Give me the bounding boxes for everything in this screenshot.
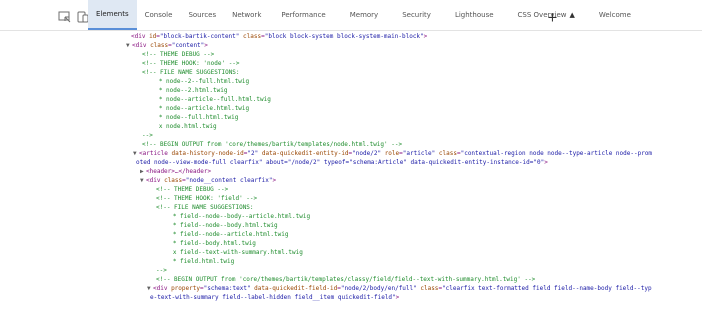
tab-label: CSS Overview bbox=[517, 11, 567, 19]
dom-node-line[interactable]: * field--body.html.twig bbox=[162, 240, 256, 249]
dom-node-line[interactable]: oted node--view-mode-full clearfix" abou… bbox=[136, 159, 548, 168]
add-tab-button[interactable]: + bbox=[547, 12, 558, 25]
dom-node-line[interactable]: <!-- THEME HOOK: 'field' --> bbox=[156, 195, 257, 204]
tab-label: Performance bbox=[281, 11, 326, 19]
tab-performance[interactable]: Performance bbox=[269, 0, 337, 30]
tab-lighthouse[interactable]: Lighthouse bbox=[443, 0, 506, 30]
dom-node-line[interactable]: ▶ <header>…</header> bbox=[140, 168, 211, 177]
tab-memory[interactable]: Memory bbox=[338, 0, 390, 30]
dom-node-line[interactable]: <div id="block-bartik-content" class="bl… bbox=[131, 33, 427, 42]
dom-node-line[interactable]: x node.html.twig bbox=[148, 123, 217, 132]
tab-security[interactable]: Security bbox=[390, 0, 443, 30]
tab-welcome[interactable]: Welcome bbox=[587, 0, 643, 30]
devtools-toolbar: Elements Console Sources Network Perform… bbox=[0, 0, 702, 31]
dom-node-line[interactable]: <!-- BEGIN OUTPUT from 'core/themes/bart… bbox=[142, 141, 402, 150]
dom-node-line[interactable]: ▼ <div property="schema:text" data-quicke… bbox=[147, 285, 652, 294]
tab-label: Security bbox=[402, 11, 431, 19]
tab-label: Network bbox=[232, 11, 262, 19]
dom-node-line[interactable]: <!-- FILE NAME SUGGESTIONS: bbox=[156, 204, 254, 213]
dom-node-line[interactable]: * node--article.html.twig bbox=[148, 105, 249, 114]
inspect-element-icon[interactable] bbox=[58, 9, 72, 23]
dom-node-line[interactable]: * field--node--body--article.html.twig bbox=[162, 213, 310, 222]
tab-label: Lighthouse bbox=[454, 11, 494, 19]
dom-node-line[interactable]: ▼ <div class="node__content clearfix"> bbox=[140, 177, 276, 186]
tab-elements[interactable]: Elements bbox=[88, 0, 137, 30]
dom-node-line[interactable]: e-text-with-summary field--label-hidden … bbox=[150, 294, 399, 303]
dom-node-line[interactable]: ▼ <article data-history-node-id="2" data-… bbox=[133, 150, 652, 159]
dom-node-line[interactable]: * node--article--full.html.twig bbox=[148, 96, 271, 105]
panel-tabs: Elements Console Sources Network Perform… bbox=[88, 0, 643, 30]
tab-sources[interactable]: Sources bbox=[180, 0, 224, 30]
dom-node-line[interactable]: --> bbox=[156, 267, 167, 276]
experimental-badge-icon: ▲ bbox=[569, 11, 575, 19]
dom-node-line[interactable]: <!-- THEME DEBUG --> bbox=[156, 186, 228, 195]
dom-node-line[interactable]: * node--full.html.twig bbox=[148, 114, 238, 123]
dom-node-line[interactable]: <!-- BEGIN OUTPUT from 'core/themes/bart… bbox=[156, 276, 535, 285]
tab-label: Elements bbox=[96, 10, 129, 18]
dom-node-line[interactable]: ▼ <div class="content"> bbox=[126, 42, 208, 51]
tab-label: Welcome bbox=[598, 11, 631, 19]
dom-node-line[interactable]: * field--node--body.html.twig bbox=[162, 222, 278, 231]
dom-node-line[interactable]: <!-- FILE NAME SUGGESTIONS: bbox=[142, 69, 240, 78]
tab-console[interactable]: Console bbox=[137, 0, 181, 30]
dom-node-line[interactable]: * field.html.twig bbox=[162, 258, 234, 267]
dom-node-line[interactable]: * node--2--full.html.twig bbox=[148, 78, 249, 87]
dom-node-line[interactable]: * node--2.html.twig bbox=[148, 87, 228, 96]
dom-node-line[interactable]: --> bbox=[142, 132, 153, 141]
tab-label: Sources bbox=[188, 11, 217, 19]
tab-label: Console bbox=[144, 11, 173, 19]
dom-node-line[interactable]: <!-- THEME HOOK: 'node' --> bbox=[142, 60, 240, 69]
tab-network[interactable]: Network bbox=[224, 0, 269, 30]
dom-node-line[interactable]: <!-- THEME DEBUG --> bbox=[142, 51, 214, 60]
dom-node-line[interactable]: * field--node--article.html.twig bbox=[162, 231, 289, 240]
dom-node-line[interactable]: x field--text-with-summary.html.twig bbox=[162, 249, 303, 258]
dom-tree: <div id="block-bartik-content" class="bl… bbox=[0, 30, 702, 321]
tab-label: Memory bbox=[349, 11, 379, 19]
